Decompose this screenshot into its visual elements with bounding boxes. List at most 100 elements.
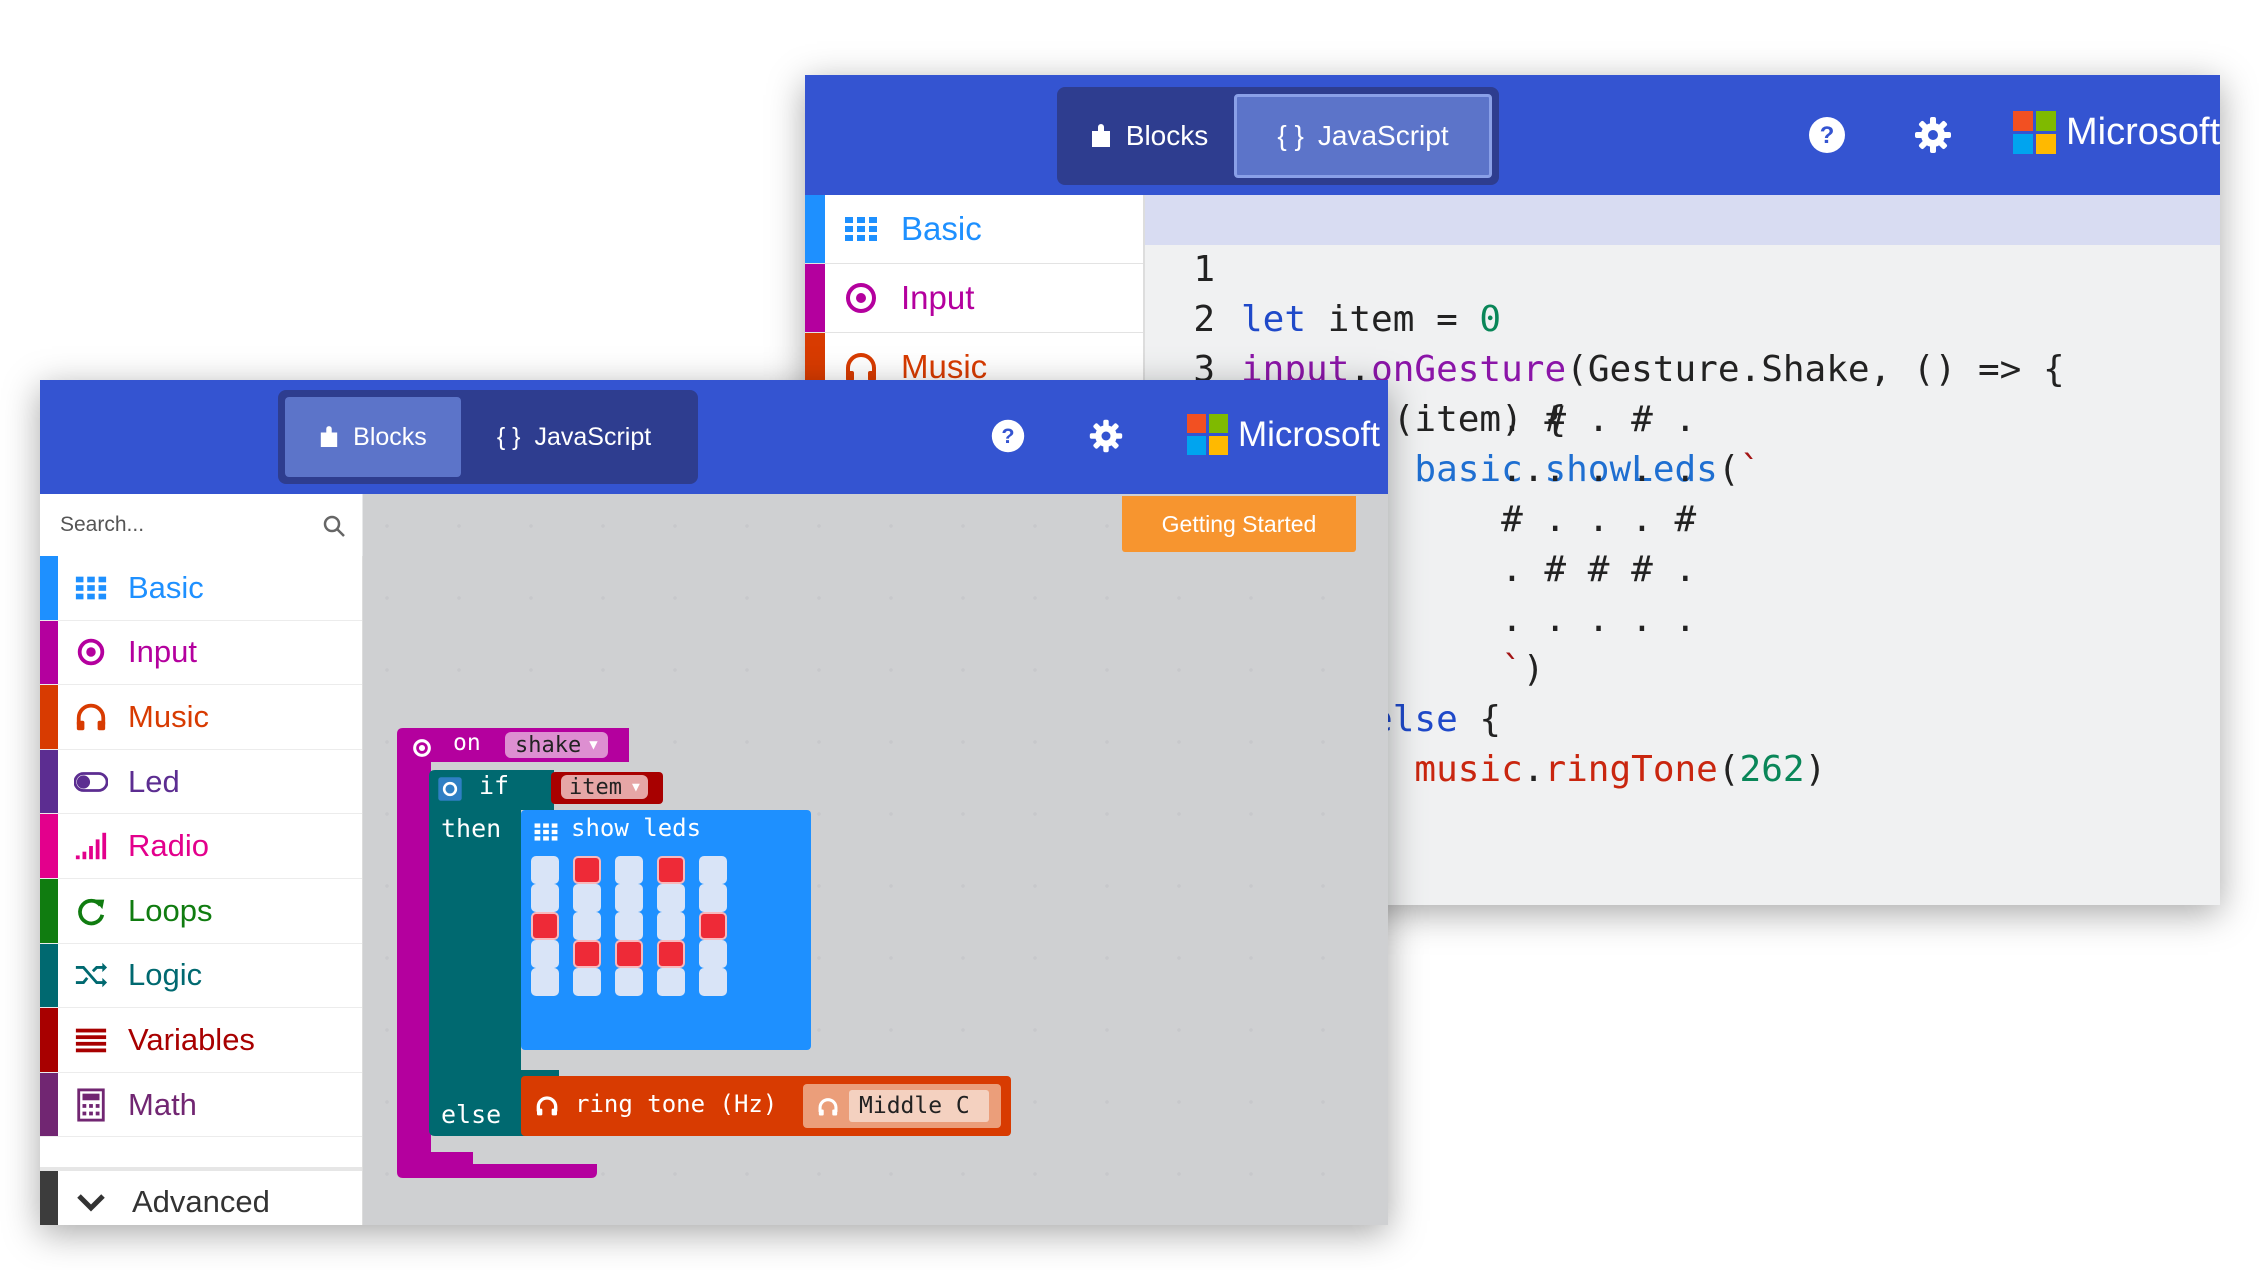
- help-icon[interactable]: ?: [1807, 115, 1847, 155]
- microsoft-logo: Microsoft: [1187, 414, 1380, 455]
- led-cell[interactable]: [657, 884, 685, 912]
- search-input[interactable]: Search...: [60, 513, 144, 537]
- blocks-tab[interactable]: Blocks: [285, 397, 461, 477]
- javascript-tab-label: JavaScript: [1317, 120, 1449, 151]
- toolbox-category-basic[interactable]: Basic: [805, 195, 1143, 264]
- else-label: else: [441, 1100, 502, 1129]
- show-leds-block[interactable]: show leds: [521, 810, 811, 1050]
- microsoft-logo: Microsoft: [2013, 111, 2220, 154]
- toolbox-category-led[interactable]: Led: [40, 749, 362, 815]
- toolbox-category-input[interactable]: Input: [805, 264, 1143, 333]
- blocks-editor-window: Blocks { } JavaScript ? Microsoft Search…: [40, 380, 1388, 1225]
- code-line: 3 if (item) {: [1145, 295, 2220, 440]
- toolbox-category-math[interactable]: Math: [40, 1072, 362, 1138]
- search-icon[interactable]: [322, 514, 346, 538]
- signal-icon: [75, 832, 107, 860]
- led-cell[interactable]: [657, 940, 685, 968]
- led-cell[interactable]: [573, 856, 601, 884]
- note-block[interactable]: Middle C: [803, 1084, 1001, 1128]
- led-cell[interactable]: [573, 940, 601, 968]
- category-label: Variables: [128, 1021, 255, 1057]
- toolbox-category-radio[interactable]: Radio: [40, 814, 362, 879]
- headphones-icon: [818, 1098, 838, 1116]
- gear-icon[interactable]: [1088, 418, 1124, 454]
- category-label: Logic: [128, 957, 203, 993]
- blocks-tab-label: Blocks: [1125, 120, 1209, 151]
- puzzle-icon: [320, 426, 338, 447]
- gear-icon[interactable]: [1913, 115, 1953, 155]
- blocks-workspace[interactable]: Getting Started on shake ▼ if item ▼ the…: [363, 494, 1388, 1225]
- led-cell[interactable]: [615, 856, 643, 884]
- led-cell[interactable]: [615, 940, 643, 968]
- advanced-label: Advanced: [132, 1184, 270, 1219]
- blocks-tab[interactable]: Blocks: [1064, 94, 1234, 178]
- svg-text:?: ?: [1001, 423, 1014, 448]
- led-cell[interactable]: [531, 856, 559, 884]
- grid-icon: [845, 217, 877, 241]
- led-grid[interactable]: [531, 856, 811, 1046]
- calculator-icon: [77, 1088, 105, 1122]
- search-box[interactable]: Search...: [40, 494, 362, 557]
- note-value: Middle C: [859, 1093, 970, 1119]
- led-cell[interactable]: [573, 912, 601, 940]
- javascript-tab[interactable]: { } JavaScript: [1234, 94, 1492, 178]
- toolbox-category-loops[interactable]: Loops: [40, 878, 362, 944]
- ring-tone-block[interactable]: ring tone (Hz) Middle C: [521, 1076, 1011, 1136]
- led-cell[interactable]: [699, 968, 727, 996]
- toolbox-label: Basic: [901, 210, 982, 247]
- led-cell[interactable]: [657, 912, 685, 940]
- led-cell[interactable]: [657, 856, 685, 884]
- toolbox-category-variables[interactable]: Variables: [40, 1008, 362, 1073]
- editor-toggle: Blocks { } JavaScript: [278, 390, 698, 484]
- grid-icon: [534, 823, 558, 841]
- led-cell[interactable]: [573, 968, 601, 996]
- led-cell[interactable]: [699, 856, 727, 884]
- target-icon: [413, 739, 431, 757]
- note-dropdown[interactable]: Middle C: [849, 1090, 989, 1122]
- toolbox-category-music[interactable]: Music: [40, 685, 362, 750]
- event-value: shake: [515, 732, 582, 758]
- led-cell[interactable]: [573, 884, 601, 912]
- target-icon: [846, 283, 876, 313]
- target-icon: [77, 639, 105, 666]
- category-label: Input: [128, 634, 197, 670]
- event-dropdown[interactable]: shake ▼: [505, 732, 608, 758]
- blocks-tab-label: Blocks: [353, 422, 427, 451]
- toggle-icon: [74, 771, 108, 792]
- led-cell[interactable]: [531, 940, 559, 968]
- led-cell[interactable]: [531, 884, 559, 912]
- variable-dropdown[interactable]: item ▼: [561, 775, 648, 800]
- headphones-icon: [76, 703, 106, 731]
- toolbox-category-input[interactable]: Input: [40, 620, 362, 686]
- braces-icon: { }: [496, 422, 521, 451]
- variable-block[interactable]: item ▼: [551, 772, 663, 804]
- toolbox-category-advanced[interactable]: Advanced: [40, 1167, 362, 1225]
- ring-tone-label: ring tone (Hz): [575, 1090, 778, 1118]
- led-cell[interactable]: [615, 968, 643, 996]
- code-line: 2 input.onGesture(Gesture.Shake, () => {: [1145, 245, 2220, 390]
- category-label: Led: [128, 763, 180, 799]
- getting-started-button[interactable]: Getting Started: [1122, 496, 1356, 552]
- header-bar: Blocks { } JavaScript ? Microsoft: [40, 380, 1388, 494]
- led-cell[interactable]: [657, 968, 685, 996]
- led-cell[interactable]: [615, 912, 643, 940]
- dropdown-arrow-icon: ▼: [631, 779, 640, 795]
- led-cell[interactable]: [699, 884, 727, 912]
- led-cell[interactable]: [699, 912, 727, 940]
- led-cell[interactable]: [531, 912, 559, 940]
- led-cell[interactable]: [531, 968, 559, 996]
- toolbox-category-logic[interactable]: Logic: [40, 943, 362, 1009]
- category-label: Music: [128, 698, 209, 734]
- led-cell[interactable]: [699, 940, 727, 968]
- header-bar: Blocks { } JavaScript ? Microsoft: [805, 75, 2220, 195]
- gear-icon[interactable]: [437, 776, 463, 802]
- microsoft-logo-icon: [1187, 414, 1228, 455]
- javascript-tab[interactable]: { } JavaScript: [461, 397, 687, 477]
- toolbox: Basic Input Music Led Radio Loops Logic …: [40, 556, 363, 1225]
- led-cell[interactable]: [615, 884, 643, 912]
- help-icon[interactable]: ?: [990, 418, 1026, 454]
- toolbox-category-basic[interactable]: Basic: [40, 556, 362, 621]
- show-leds-label: show leds: [571, 814, 702, 842]
- javascript-tab-label: JavaScript: [534, 422, 652, 451]
- list-icon: [75, 1028, 107, 1053]
